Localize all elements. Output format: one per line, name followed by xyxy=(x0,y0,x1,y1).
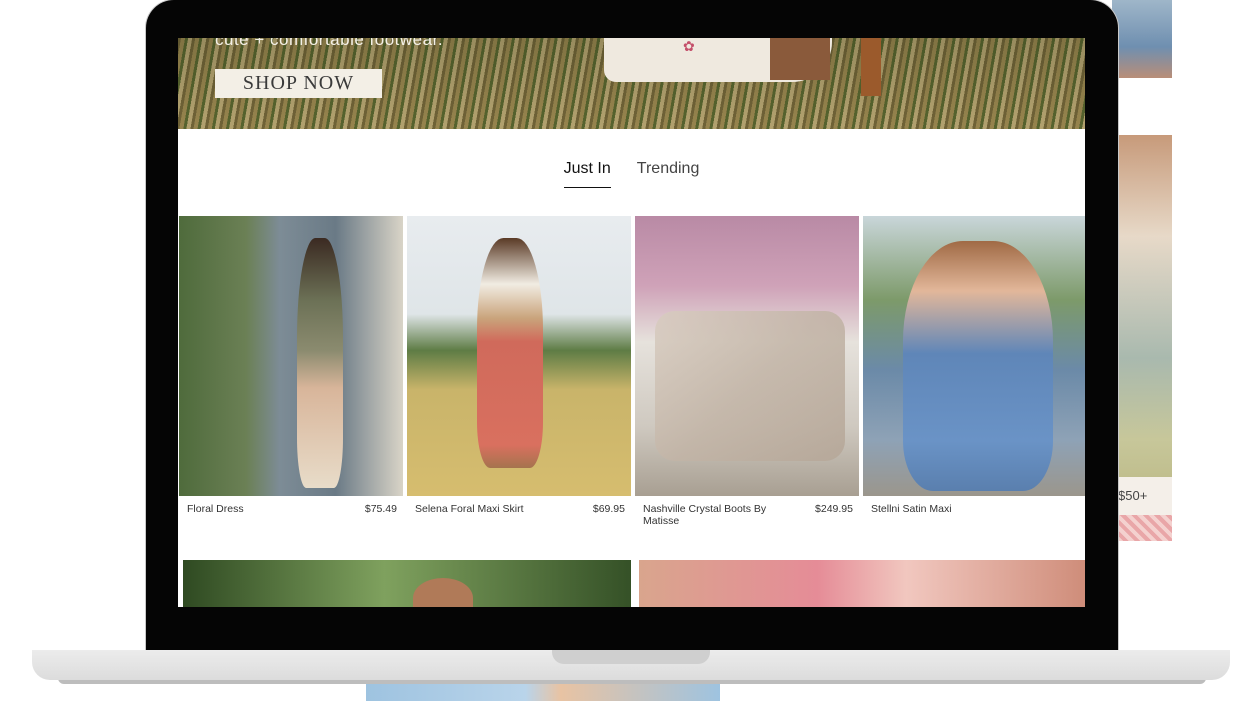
product-price: $249.95 xyxy=(815,503,853,515)
product-name[interactable]: Nashville Crystal Boots By Matisse xyxy=(643,503,783,527)
product-tabs: Just In Trending xyxy=(178,160,1085,188)
product-image[interactable] xyxy=(863,216,1085,496)
background-product-price: $50+ xyxy=(1112,477,1172,515)
background-pattern-strip xyxy=(1112,515,1172,541)
feature-image-figure xyxy=(413,578,473,607)
product-image[interactable] xyxy=(635,216,859,496)
tab-just-in[interactable]: Just In xyxy=(563,160,611,188)
shop-now-button[interactable]: SHOP NOW xyxy=(215,69,382,98)
product-price: $69.95 xyxy=(592,503,625,515)
product-card[interactable]: Selena Foral Maxi Skirt $69.95 xyxy=(407,216,631,515)
background-photo-bottom xyxy=(366,683,720,701)
hero-tagline: cute + comfortable footwear. xyxy=(215,38,444,49)
hero-boot-heel xyxy=(770,38,830,80)
flower-embroidery-icon: ✿ xyxy=(683,38,695,54)
feature-image-right[interactable] xyxy=(639,560,1085,607)
hero-fence-post xyxy=(861,38,881,96)
product-name[interactable]: Floral Dress xyxy=(187,503,244,515)
tab-trending[interactable]: Trending xyxy=(637,160,700,188)
hero-banner: cute + comfortable footwear. ✿ SHOP NOW xyxy=(178,38,1085,129)
product-card[interactable]: Stellni Satin Maxi xyxy=(863,216,1085,515)
background-photo-right: $50+ xyxy=(1112,135,1172,541)
product-card[interactable]: Nashville Crystal Boots By Matisse $249.… xyxy=(635,216,859,527)
product-image[interactable] xyxy=(179,216,403,496)
product-price: $75.49 xyxy=(364,503,397,515)
product-name[interactable]: Stellni Satin Maxi xyxy=(871,503,952,515)
product-card[interactable]: Floral Dress $75.49 xyxy=(179,216,403,515)
product-image[interactable] xyxy=(407,216,631,496)
laptop-screen: cute + comfortable footwear. ✿ SHOP NOW … xyxy=(178,38,1085,607)
background-photo-top-right xyxy=(1112,0,1172,78)
laptop-notch xyxy=(552,650,710,664)
feature-image-left[interactable] xyxy=(183,560,631,607)
product-name[interactable]: Selena Foral Maxi Skirt xyxy=(415,503,524,515)
